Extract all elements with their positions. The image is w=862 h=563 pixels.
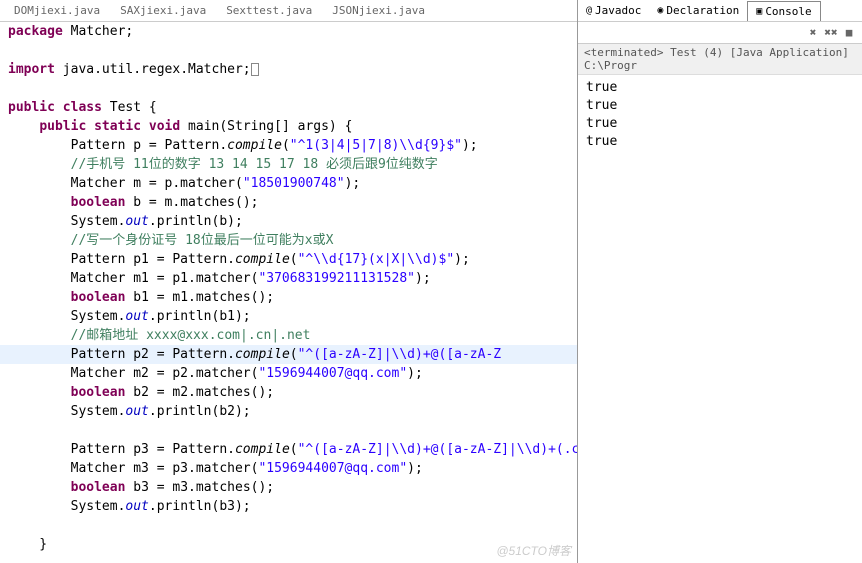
code-text: b1 = m1.matches(); bbox=[125, 290, 274, 305]
keyword: import bbox=[8, 62, 55, 77]
code-text: main(String[] args) { bbox=[180, 119, 352, 134]
console-status: <terminated> Test (4) [Java Application]… bbox=[578, 44, 862, 75]
code-text: ( bbox=[282, 138, 290, 153]
code-text: Pattern p2 = Pattern. bbox=[8, 347, 235, 362]
editor-tabs-bar: DOMjiexi.java SAXjiexi.java Sexttest.jav… bbox=[0, 4, 577, 22]
code-text: .println(b3); bbox=[149, 499, 251, 514]
output-line: true bbox=[586, 79, 854, 97]
editor-tab[interactable]: JSONjiexi.java bbox=[326, 4, 431, 21]
javadoc-tab[interactable]: @Javadoc bbox=[578, 1, 649, 20]
keyword: boolean bbox=[71, 385, 126, 400]
code-text: System. bbox=[8, 309, 125, 324]
declaration-tab[interactable]: ◉Declaration bbox=[649, 1, 747, 20]
method: compile bbox=[235, 347, 290, 362]
string: "1596944007@qq.com" bbox=[258, 461, 407, 476]
code-area[interactable]: package Matcher; import java.util.regex.… bbox=[0, 22, 577, 554]
static-field: out bbox=[125, 499, 148, 514]
code-text: System. bbox=[8, 404, 125, 419]
keyword: public bbox=[8, 100, 55, 115]
console-tab[interactable]: ▣Console bbox=[747, 1, 820, 21]
string: "1596944007@qq.com" bbox=[258, 366, 407, 381]
code-text: .println(b2); bbox=[149, 404, 251, 419]
tab-label: Console bbox=[765, 5, 811, 18]
method: compile bbox=[235, 442, 290, 457]
code-text: System. bbox=[8, 499, 125, 514]
code-text: Pattern p3 = Pattern. bbox=[8, 442, 235, 457]
right-tabs-bar: @Javadoc ◉Declaration ▣Console bbox=[578, 0, 862, 22]
editor-tab[interactable]: DOMjiexi.java bbox=[8, 4, 106, 21]
string: "^([a-zA-Z]|\\d)+@([a-zA-Z]|\\d)+(.com|.… bbox=[298, 442, 577, 457]
code-text: Matcher m2 = p2.matcher( bbox=[8, 366, 258, 381]
keyword: class bbox=[63, 100, 102, 115]
code-text: b2 = m2.matches(); bbox=[125, 385, 274, 400]
terminate-icon[interactable]: ■ bbox=[842, 26, 856, 40]
static-field: out bbox=[125, 309, 148, 324]
console-toolbar: ✖ ✖✖ ■ bbox=[578, 22, 862, 44]
string: "370683199211131528" bbox=[258, 271, 415, 286]
keyword: public bbox=[39, 119, 86, 134]
output-line: true bbox=[586, 133, 854, 151]
code-text: ); bbox=[415, 271, 431, 286]
code-text: .println(b1); bbox=[149, 309, 251, 324]
method: compile bbox=[227, 138, 282, 153]
code-text: java.util.regex.Matcher; bbox=[55, 62, 251, 77]
code-text: Matcher m3 = p3.matcher( bbox=[8, 461, 258, 476]
string: "^([a-zA-Z]|\\d)+@([a-zA-Z bbox=[298, 347, 502, 362]
code-text: Matcher; bbox=[63, 24, 133, 39]
declaration-icon: ◉ bbox=[657, 5, 663, 16]
code-text: ); bbox=[407, 461, 423, 476]
code-text: b = m.matches(); bbox=[125, 195, 258, 210]
output-line: true bbox=[586, 97, 854, 115]
tab-label: Declaration bbox=[666, 4, 739, 17]
keyword: boolean bbox=[71, 480, 126, 495]
code-text: Test { bbox=[102, 100, 157, 115]
comment: //手机号 11位的数字 13 14 15 17 18 必须后跟9位纯数字 bbox=[0, 155, 577, 174]
comment: //写一个身份证号 18位最后一位可能为x或X bbox=[0, 231, 577, 250]
cursor bbox=[251, 63, 259, 76]
code-text: Pattern p = Pattern. bbox=[8, 138, 227, 153]
keyword: boolean bbox=[71, 195, 126, 210]
editor-pane: DOMjiexi.java SAXjiexi.java Sexttest.jav… bbox=[0, 0, 577, 563]
code-text: Pattern p1 = Pattern. bbox=[8, 252, 235, 267]
console-output[interactable]: true true true true bbox=[578, 75, 862, 155]
console-icon: ▣ bbox=[756, 6, 762, 17]
editor-tab[interactable]: SAXjiexi.java bbox=[114, 4, 212, 21]
output-line: true bbox=[586, 115, 854, 133]
code-text: ); bbox=[462, 138, 478, 153]
code-text: .println(b); bbox=[149, 214, 243, 229]
string: "^1(3|4|5|7|8)\\d{9}$" bbox=[290, 138, 462, 153]
string: "18501900748" bbox=[243, 176, 345, 191]
watermark: @51CTO博客 bbox=[496, 542, 571, 559]
string: "^\\d{17}(x|X|\\d)$" bbox=[298, 252, 455, 267]
keyword: package bbox=[8, 24, 63, 39]
code-text: Matcher m = p.matcher( bbox=[8, 176, 243, 191]
method: compile bbox=[235, 252, 290, 267]
code-text: ); bbox=[345, 176, 361, 191]
tab-label: Javadoc bbox=[595, 4, 641, 17]
remove-launch-icon[interactable]: ✖ bbox=[806, 26, 820, 40]
console-pane: @Javadoc ◉Declaration ▣Console ✖ ✖✖ ■ <t… bbox=[577, 0, 862, 563]
keyword: boolean bbox=[71, 290, 126, 305]
comment: //邮箱地址 xxxx@xxx.com|.cn|.net bbox=[0, 326, 577, 345]
code-text: ); bbox=[454, 252, 470, 267]
static-field: out bbox=[125, 404, 148, 419]
code-text: } bbox=[0, 535, 577, 554]
static-field: out bbox=[125, 214, 148, 229]
javadoc-icon: @ bbox=[586, 5, 592, 16]
keyword: void bbox=[149, 119, 180, 134]
remove-all-icon[interactable]: ✖✖ bbox=[824, 26, 838, 40]
editor-tab[interactable]: Sexttest.java bbox=[220, 4, 318, 21]
code-text: ); bbox=[407, 366, 423, 381]
code-text: Matcher m1 = p1.matcher( bbox=[8, 271, 258, 286]
keyword: static bbox=[94, 119, 141, 134]
code-text: System. bbox=[8, 214, 125, 229]
code-text: b3 = m3.matches(); bbox=[125, 480, 274, 495]
